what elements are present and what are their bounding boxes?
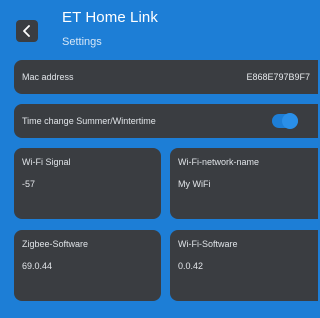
mac-address-row: Mac address E868E797B9F7 bbox=[14, 60, 318, 94]
zigbee-software-label: Zigbee-Software bbox=[22, 239, 89, 249]
wifi-network-label: Wi-Fi-network-name bbox=[178, 157, 260, 167]
wifi-network-value: My WiFi bbox=[178, 179, 211, 189]
wifi-network-card: Wi-Fi-network-name My WiFi bbox=[170, 148, 318, 219]
page-subtitle: Settings bbox=[62, 36, 102, 48]
time-change-label: Time change Summer/Wintertime bbox=[22, 116, 156, 126]
toggle-knob bbox=[282, 113, 298, 129]
page-title: ET Home Link bbox=[62, 9, 158, 26]
wifi-software-card: Wi-Fi-Software 0.0.42 bbox=[170, 230, 318, 301]
zigbee-software-value: 69.0.44 bbox=[22, 261, 53, 271]
time-change-row: Time change Summer/Wintertime bbox=[14, 104, 318, 138]
wifi-software-label: Wi-Fi-Software bbox=[178, 239, 238, 249]
back-button[interactable] bbox=[16, 20, 38, 42]
zigbee-software-card: Zigbee-Software 69.0.44 bbox=[14, 230, 161, 301]
chevron-left-icon bbox=[23, 25, 30, 37]
time-change-toggle[interactable] bbox=[272, 113, 298, 129]
mac-address-label: Mac address bbox=[22, 72, 74, 82]
wifi-software-value: 0.0.42 bbox=[178, 261, 204, 271]
wifi-signal-label: Wi-Fi Signal bbox=[22, 157, 71, 167]
wifi-signal-value: -57 bbox=[22, 179, 36, 189]
header: ET Home Link Settings bbox=[0, 0, 318, 62]
wifi-signal-card: Wi-Fi Signal -57 bbox=[14, 148, 161, 219]
mac-address-value: E868E797B9F7 bbox=[246, 72, 310, 82]
